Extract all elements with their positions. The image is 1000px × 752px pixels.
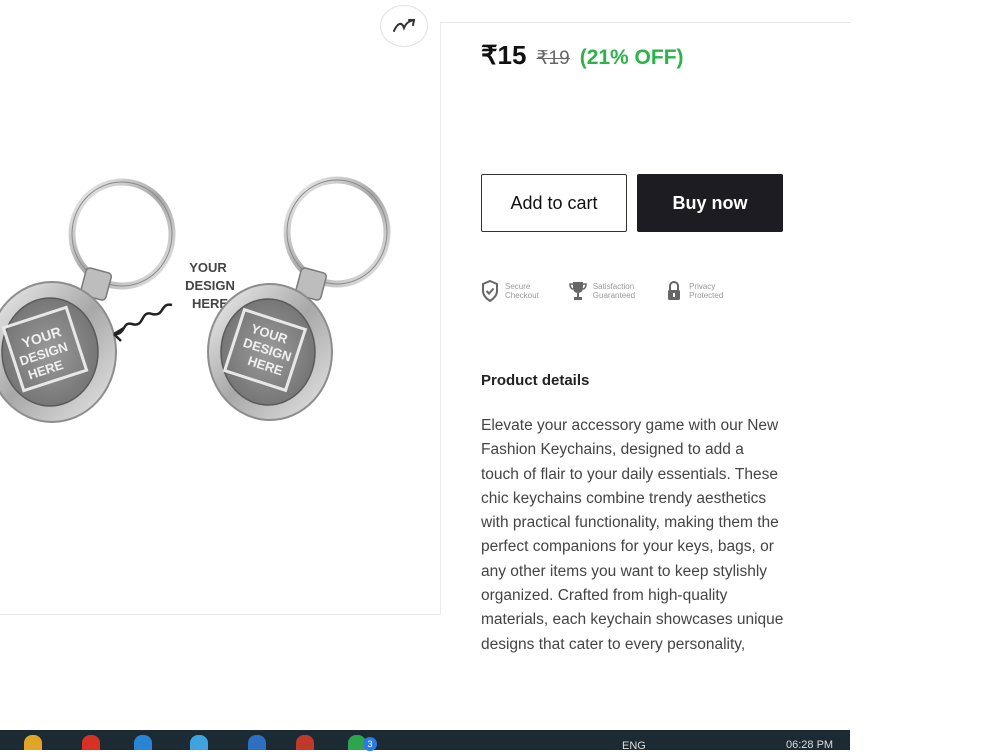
- discount-label: (21% OFF): [579, 46, 684, 69]
- lock-icon: [668, 280, 681, 300]
- trophy-icon: [569, 282, 587, 300]
- secure-checkout-badge: Secure Checkout: [481, 280, 539, 302]
- notification-badge: 3: [363, 737, 377, 751]
- satisfaction-badge: Satisfaction Guaranteed: [569, 280, 635, 302]
- privacy-badge: Privacy Protected: [665, 280, 723, 302]
- add-to-cart-button[interactable]: Add to cart: [481, 174, 627, 232]
- badge-secure-line1: Secure: [505, 282, 531, 291]
- badge-privacy-line2: Protected: [689, 291, 724, 300]
- shield-check-icon: [482, 280, 498, 302]
- taskbar: [0, 730, 850, 750]
- product-details-heading: Product details: [481, 372, 590, 389]
- file-explorer-icon[interactable]: [24, 735, 42, 750]
- original-price: ₹19: [536, 48, 570, 69]
- mail-icon[interactable]: [248, 735, 266, 750]
- badge-secure-line2: Checkout: [505, 291, 539, 300]
- left-keychain: YOUR DESIGN HERE: [0, 178, 176, 423]
- badge-satisfaction-line2: Guaranteed: [592, 291, 636, 300]
- trust-badges: Secure Checkout Satisfaction Guaranteed …: [481, 280, 723, 302]
- product-description: Elevate your accessory game with our New…: [481, 417, 784, 653]
- badge-privacy-line1: Privacy: [689, 282, 716, 291]
- language-indicator[interactable]: ENG: [622, 740, 646, 752]
- callout-line1: YOUR: [189, 260, 227, 275]
- share-button[interactable]: [380, 5, 428, 47]
- product-image: YOUR DESIGN HERE YOUR DESIGN HERE YOUR D…: [0, 176, 391, 423]
- badge-satisfaction-line1: Satisfaction: [592, 282, 635, 291]
- product-image-panel: YOUR DESIGN HERE YOUR DESIGN HERE YOUR D…: [0, 22, 441, 615]
- media-icon[interactable]: [296, 735, 314, 750]
- buy-now-button[interactable]: Buy now: [637, 174, 783, 232]
- callout-line2: DESIGN: [185, 278, 235, 293]
- edge-icon[interactable]: [134, 735, 152, 750]
- store-icon[interactable]: [190, 735, 208, 750]
- right-keychain: YOUR DESIGN HERE: [207, 176, 391, 421]
- current-price: ₹15: [481, 40, 527, 70]
- chrome-icon[interactable]: [82, 735, 100, 750]
- share-icon: [393, 19, 416, 32]
- clock[interactable]: 06:28 PM: [786, 739, 833, 751]
- price-row: ₹15 ₹19 (21% OFF): [481, 40, 684, 71]
